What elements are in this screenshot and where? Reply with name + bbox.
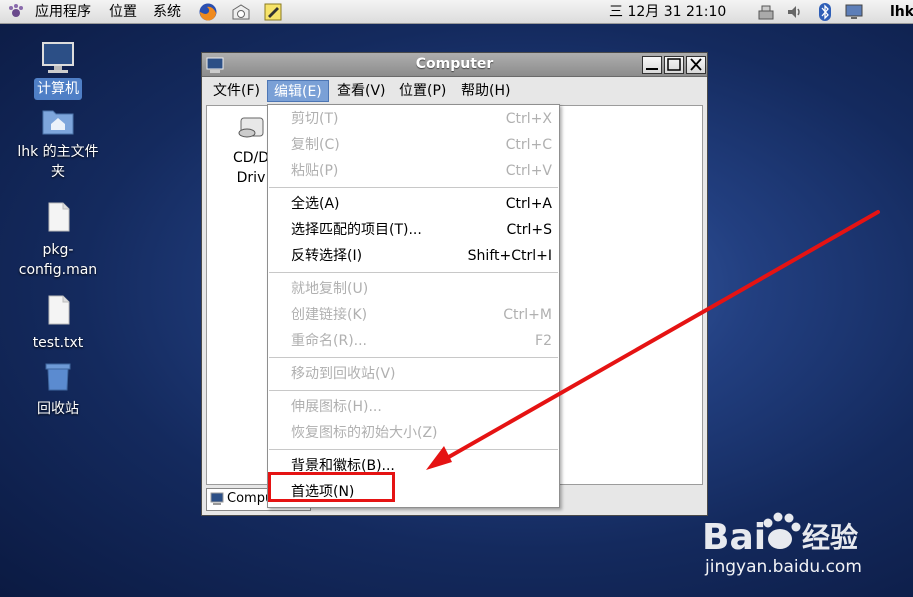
close-button[interactable] <box>686 56 706 74</box>
menu-item-duplicate[interactable]: 就地复制(U) <box>269 276 558 302</box>
menu-item-rename[interactable]: 重命名(R)... F2 <box>269 328 558 354</box>
menu-edit[interactable]: 编辑(E) <box>267 80 329 102</box>
menu-item-stretch-icon[interactable]: 伸展图标(H)... <box>269 394 558 420</box>
menu-help[interactable]: 帮助(H) <box>455 80 516 102</box>
menu-item-invert-selection[interactable]: 反转选择(I) Shift+Ctrl+I <box>269 243 558 269</box>
desktop-label: 回收站 <box>37 401 79 417</box>
edit-menu-dropdown: 剪切(T) Ctrl+X 复制(C) Ctrl+C 粘贴(P) Ctrl+V 全选(A… <box>267 104 560 508</box>
paw-icon <box>763 512 801 549</box>
watermark-brand-left: Bai <box>702 517 766 558</box>
preferences-highlight-box <box>268 472 395 502</box>
menu-separator <box>269 272 558 273</box>
top-panel: 应用程序 位置 系统 三 12月 31 21:10 lhk <box>0 0 913 24</box>
mail-icon[interactable] <box>231 2 251 22</box>
menu-item-select-all[interactable]: 全选(A) Ctrl+A <box>269 191 558 217</box>
window-menubar: 文件(F) 编辑(E) 查看(V) 位置(P) 帮助(H) <box>206 79 703 103</box>
clock[interactable]: 三 12月 31 21:10 <box>609 3 726 21</box>
menu-item-select-pattern[interactable]: 选择匹配的项目(T)... Ctrl+S <box>269 217 558 243</box>
notes-icon[interactable] <box>263 2 283 22</box>
menu-item-paste[interactable]: 粘贴(P) Ctrl+V <box>269 158 558 184</box>
cd-drive-icon <box>238 117 264 138</box>
window-title: Computer <box>415 56 494 72</box>
maximize-button[interactable] <box>664 56 684 74</box>
menu-separator <box>269 187 558 188</box>
desktop-icon-computer[interactable]: 计算机 <box>13 40 103 100</box>
maximize-icon <box>667 58 681 71</box>
firefox-icon[interactable] <box>198 2 218 22</box>
places-menu[interactable]: 位置 <box>109 3 137 21</box>
trash-icon <box>40 360 76 396</box>
volume-icon[interactable] <box>785 2 805 22</box>
computer-icon <box>210 492 224 505</box>
menu-item-cut[interactable]: 剪切(T) Ctrl+X <box>269 106 558 132</box>
minimize-button[interactable] <box>642 56 662 74</box>
menu-separator <box>269 390 558 391</box>
menu-item-move-to-trash[interactable]: 移动到回收站(V) <box>269 361 558 387</box>
desktop-icon-trash[interactable]: 回收站 <box>13 360 103 420</box>
menu-item-copy[interactable]: 复制(C) Ctrl+C <box>269 132 558 158</box>
bluetooth-icon[interactable] <box>815 2 835 22</box>
system-menu[interactable]: 系统 <box>153 3 181 21</box>
menu-places[interactable]: 位置(P) <box>393 80 452 102</box>
home-folder-icon <box>40 107 76 143</box>
desktop-label: lhk 的主文件夹 <box>17 144 99 180</box>
display-icon[interactable] <box>844 2 864 22</box>
menu-file[interactable]: 文件(F) <box>207 80 266 102</box>
watermark-url: jingyan.baidu.com <box>705 557 862 577</box>
file-icon <box>40 294 76 330</box>
desktop-icon-test-txt[interactable]: test.txt <box>13 294 103 354</box>
minimize-icon <box>646 68 658 70</box>
watermark-brand-right: 经验 <box>802 521 858 554</box>
file-icon <box>40 201 76 237</box>
menu-item-restore-icon-size[interactable]: 恢复图标的初始大小(Z) <box>269 420 558 446</box>
menu-item-make-link[interactable]: 创建链接(K) Ctrl+M <box>269 302 558 328</box>
user-name[interactable]: lhk <box>890 3 913 21</box>
desktop-label: 计算机 <box>34 78 82 100</box>
menu-view[interactable]: 查看(V) <box>331 80 392 102</box>
desktop-label: test.txt <box>32 335 84 351</box>
menu-separator <box>269 357 558 358</box>
desktop-icon-pkg-config[interactable]: pkg-config.man <box>13 201 103 281</box>
menu-separator <box>269 449 558 450</box>
desktop-icon-home[interactable]: lhk 的主文件夹 <box>13 107 103 183</box>
close-icon <box>690 58 702 71</box>
gnome-foot-icon[interactable] <box>6 2 26 22</box>
network-icon[interactable] <box>756 2 776 22</box>
applications-menu[interactable]: 应用程序 <box>35 3 91 21</box>
computer-icon <box>40 40 76 76</box>
desktop-label: pkg-config.man <box>18 242 98 278</box>
window-titlebar[interactable]: Computer <box>202 53 707 77</box>
